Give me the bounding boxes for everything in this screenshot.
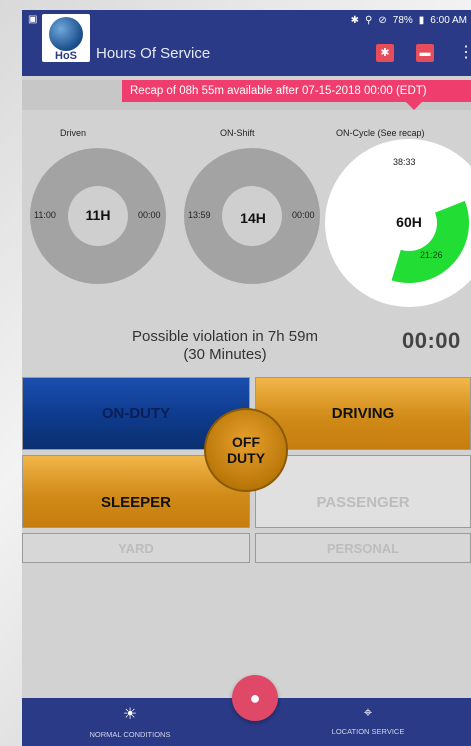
location-service-tab[interactable]: ⌖ LOCATION SERVICE — [298, 698, 438, 746]
gauge-shift-right: 00:00 — [292, 210, 315, 220]
driver-fab[interactable]: ● — [232, 675, 278, 721]
normal-conditions-label: NORMAL CONDITIONS — [89, 730, 171, 739]
sun-icon: ☀ — [122, 706, 138, 723]
yard-label: YARD — [118, 541, 154, 556]
more-vert-icon[interactable]: ⋮ — [458, 42, 471, 62]
gauge-cycle-value: 60H — [396, 214, 422, 230]
gauge-shift-left: 13:59 — [188, 210, 211, 220]
off-duty-label-2: DUTY — [226, 450, 266, 466]
signal-icon: ⚲ — [365, 15, 373, 26]
duty-timer: 00:00 — [402, 328, 461, 353]
app-title: Hours Of Service — [96, 45, 211, 62]
violation-line2: (30 Minutes) — [183, 346, 267, 363]
truck-icon[interactable]: ▬ — [416, 44, 434, 62]
off-duty-label-1: OFF — [232, 434, 260, 450]
driving-label: DRIVING — [331, 405, 395, 422]
gauge-driven-label: Driven — [60, 128, 87, 138]
bluetooth-icon[interactable]: ✱ — [376, 44, 394, 62]
passenger-button[interactable]: PASSENGER — [255, 455, 471, 528]
gauge-driven-value: 11H — [85, 207, 111, 223]
notification-icon: ▣ — [28, 14, 38, 25]
recap-banner[interactable]: Recap of 08h 55m available after 07-15-2… — [122, 80, 471, 102]
gauge-driven-right: 00:00 — [138, 210, 161, 220]
status-icons: ✱ ⚲ ⊘ 78% ▮ 6:00 AM — [351, 15, 467, 26]
recap-banner-pointer — [406, 102, 422, 110]
location-service-label: LOCATION SERVICE — [331, 727, 405, 736]
gauge-shift-value: 14H — [240, 210, 266, 226]
violation-line1: Possible violation in 7h 59m — [132, 328, 318, 345]
personal-label: PERSONAL — [326, 541, 400, 556]
driving-button[interactable]: DRIVING — [255, 377, 471, 450]
gauge-cycle-used: 21:26 — [420, 250, 443, 260]
on-duty-label: ON-DUTY — [101, 405, 171, 422]
logo-text: HoS — [55, 50, 77, 62]
sleeper-label: SLEEPER — [100, 494, 172, 511]
gauge-shift-label: ON-Shift — [220, 128, 255, 138]
globe-icon — [49, 17, 83, 51]
location-off-icon: ⌖ — [363, 704, 373, 721]
gauge-cycle-label[interactable]: ON-Cycle (See recap) — [336, 128, 425, 138]
violation-message: Possible violation in 7h 59m (30 Minutes… — [100, 328, 350, 364]
app-logo: HoS — [42, 14, 90, 62]
battery-icon: ▮ — [418, 15, 425, 26]
gauge-cycle-remaining: 38:33 — [393, 157, 416, 167]
person-icon: ● — [249, 688, 261, 708]
passenger-label: PASSENGER — [316, 494, 410, 511]
app-screen: ▣ ✱ ⚲ ⊘ 78% ▮ 6:00 AM Hours Of Service ✱… — [22, 10, 471, 746]
personal-button[interactable]: PERSONAL — [255, 533, 471, 563]
off-duty-button[interactable]: OFF DUTY — [204, 408, 288, 492]
normal-conditions-tab[interactable]: ☀ NORMAL CONDITIONS — [60, 698, 200, 746]
clock: 6:00 AM — [430, 15, 467, 26]
bluetooth-status-icon: ✱ — [350, 15, 360, 26]
dnd-icon: ⊘ — [378, 15, 387, 26]
gauge-driven-left: 11:00 — [34, 210, 56, 220]
yard-button[interactable]: YARD — [22, 533, 250, 563]
battery-level: 78% — [392, 15, 413, 26]
